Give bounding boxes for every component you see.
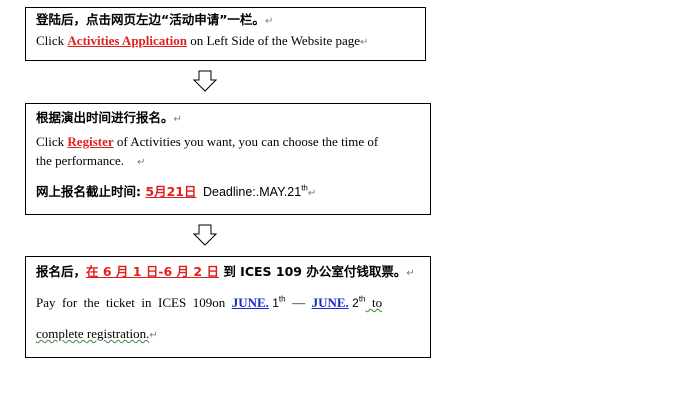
step-2-en-line1-suffix: of Activities you want, you can choose t… bbox=[113, 134, 379, 149]
day-2: 2 bbox=[348, 296, 359, 310]
step-3-english-line-1: Pay for the ticket in ICES 109on JUNE. 1… bbox=[36, 294, 382, 312]
paragraph-mark: ↵ bbox=[360, 37, 369, 48]
june-2-date: JUNE. bbox=[311, 295, 349, 310]
step-3-cn-suffix: 到 ICES 109 办公室付钱取票。 bbox=[223, 264, 407, 279]
paragraph-mark: ↵ bbox=[406, 268, 415, 279]
step-1-box: 登陆后，点击网页左边“活动申请”一栏。↵ Click Activities Ap… bbox=[25, 7, 426, 61]
paragraph-mark: ↵ bbox=[173, 114, 182, 125]
day-1-sup: th bbox=[278, 294, 286, 304]
step-2-en-prefix: Click bbox=[36, 134, 68, 149]
register-link[interactable]: Register bbox=[67, 134, 113, 149]
deadline-cn-date: 5月21日 bbox=[145, 184, 197, 199]
deadline-en-sup: th bbox=[301, 183, 308, 193]
paragraph-mark: ↵ bbox=[149, 330, 158, 341]
step-3-cn-prefix: 报名后， bbox=[36, 264, 87, 279]
down-arrow-icon bbox=[193, 70, 217, 92]
step-2-english-line-1: Click Register of Activities you want, y… bbox=[36, 133, 378, 150]
deadline-en: Deadline:.MAY.21 bbox=[202, 185, 302, 199]
deadline-colon: : bbox=[136, 184, 146, 199]
step-1-cn-text: 登陆后，点击网页左边“活动申请”一栏。 bbox=[36, 12, 265, 27]
june-1-date: JUNE. bbox=[231, 295, 269, 310]
step-2-box: 根据演出时间进行报名。↵ Click Register of Activitie… bbox=[25, 103, 431, 215]
step-3-en-line2: complete registration. bbox=[36, 326, 150, 341]
step-3-en-prefix: Pay for the ticket in ICES 109on bbox=[36, 295, 232, 310]
step-2-english-line-2: the performance. ↵ bbox=[36, 152, 145, 171]
activities-application-link[interactable]: Activities Application bbox=[67, 33, 187, 48]
paragraph-mark: ↵ bbox=[264, 16, 274, 27]
step-1-chinese-instruction: 登陆后，点击网页左边“活动申请”一栏。↵ bbox=[36, 11, 273, 30]
date-dash: — bbox=[285, 295, 312, 310]
step-1-en-prefix: Click bbox=[36, 33, 68, 48]
step-2-en-line2: the performance. bbox=[36, 153, 125, 168]
step-1-english-instruction: Click Activities Application on Left Sid… bbox=[36, 32, 368, 51]
step-3-chinese-instruction: 报名后，在 6 月 1 日-6 月 2 日 到 ICES 109 办公室付钱取票… bbox=[36, 263, 415, 282]
paragraph-mark: ↵ bbox=[307, 188, 317, 199]
step-3-english-line-2: complete registration.↵ bbox=[36, 325, 158, 344]
day-1: 1 bbox=[268, 296, 279, 310]
step-2-deadline: 网上报名截止时间: 5月21日 Deadline:.MAY.21th↵ bbox=[36, 183, 316, 202]
paragraph-mark: ↵ bbox=[137, 157, 146, 168]
step-3-en-to: to bbox=[365, 295, 383, 310]
step-3-box: 报名后，在 6 月 1 日-6 月 2 日 到 ICES 109 办公室付钱取票… bbox=[25, 256, 431, 358]
step-2-cn-title: 根据演出时间进行报名。 bbox=[36, 110, 174, 125]
down-arrow-icon bbox=[193, 224, 217, 246]
step-3-cn-date-range: 在 6 月 1 日-6 月 2 日 bbox=[86, 264, 219, 279]
step-1-en-suffix: on Left Side of the Website page bbox=[186, 33, 361, 48]
deadline-cn-label: 网上报名截止时间 bbox=[36, 184, 137, 199]
step-2-chinese-title: 根据演出时间进行报名。↵ bbox=[36, 109, 182, 128]
